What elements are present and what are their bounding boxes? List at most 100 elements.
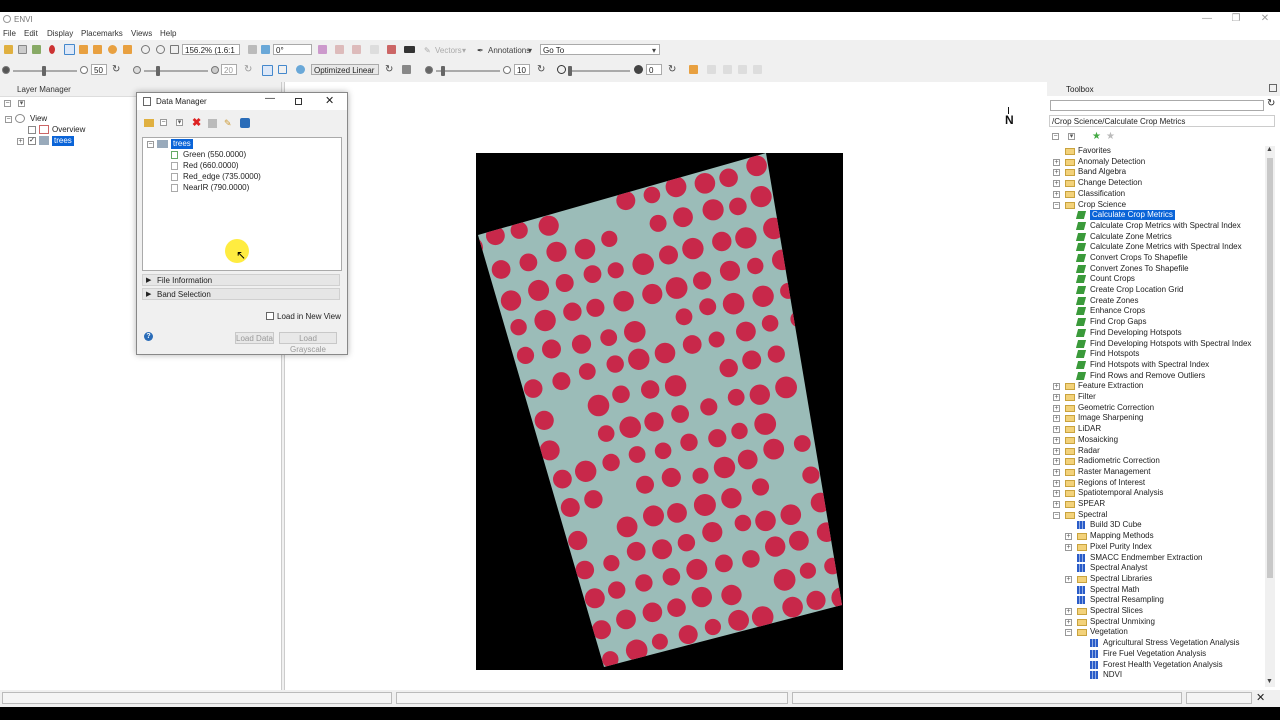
profile-icon[interactable] [318, 45, 327, 54]
blend-icon[interactable] [723, 65, 732, 74]
open-file-icon[interactable] [4, 45, 13, 54]
transparency-slider-handle[interactable] [568, 66, 572, 76]
close-icon[interactable]: ✕ [1250, 12, 1280, 28]
expander-icon[interactable]: + [1053, 501, 1060, 508]
sharpen-refresh-icon[interactable]: ↻ [537, 64, 545, 75]
spectral-icon[interactable] [335, 45, 344, 54]
dm-open-icon[interactable] [144, 119, 154, 127]
file-information-section[interactable]: ▶ File Information [142, 274, 340, 286]
vectors-menu[interactable]: Vectors [435, 46, 462, 55]
rotate-right-icon[interactable] [261, 45, 270, 54]
overview-checkbox[interactable] [28, 126, 36, 134]
expander-icon[interactable]: − [1053, 512, 1060, 519]
brightness-value[interactable]: 50 [91, 64, 107, 75]
layer-icon[interactable] [32, 45, 41, 54]
expander-icon[interactable]: − [1065, 629, 1072, 636]
expander-icon[interactable]: + [1053, 448, 1060, 455]
rotation-combo[interactable]: 0° [273, 44, 312, 55]
brightness-slider-handle[interactable] [42, 66, 46, 76]
minimize-icon[interactable]: — [1192, 12, 1222, 28]
toolbox-refresh-icon[interactable]: ↻ [1267, 98, 1275, 109]
dm-file-expander-icon[interactable]: − [147, 141, 154, 148]
dm-remove-all-icon[interactable] [208, 119, 217, 128]
contrast-slider-handle[interactable] [156, 66, 160, 76]
zoom-in-icon[interactable] [141, 45, 150, 54]
load-data-button[interactable]: Load Data [235, 332, 274, 344]
dm-expand-icon[interactable]: ▾ [176, 119, 183, 126]
contrast-value[interactable]: 20 [221, 64, 237, 75]
stretch-view-icon[interactable] [278, 65, 287, 74]
menu-help[interactable]: Help [160, 29, 176, 38]
cycle-icon[interactable] [753, 65, 762, 74]
expander-icon[interactable]: + [1053, 405, 1060, 412]
trees-checkbox[interactable]: ✓ [28, 137, 36, 145]
data-manager-icon[interactable] [18, 45, 27, 54]
add-favorite-icon[interactable]: ★ [1092, 131, 1101, 142]
expander-icon[interactable]: − [1053, 202, 1060, 209]
portal-icon[interactable] [738, 65, 747, 74]
expander-icon[interactable]: + [1053, 383, 1060, 390]
scroll-thumb[interactable] [1267, 158, 1273, 578]
stretch-combo[interactable]: Optimized Linear [311, 64, 379, 75]
dm-close-icon[interactable]: ✕ [325, 94, 334, 107]
sharpen-slider-handle[interactable] [441, 66, 445, 76]
annotations-menu[interactable]: Annotations [488, 46, 530, 55]
image-canvas[interactable] [476, 153, 843, 670]
dm-maximize-icon[interactable] [295, 98, 302, 105]
file-info-expander-icon[interactable]: ▶ [146, 276, 151, 284]
expander-icon[interactable]: + [1053, 480, 1060, 487]
crop-icon[interactable] [387, 45, 396, 54]
histogram-icon[interactable] [402, 65, 411, 74]
measure-icon[interactable] [370, 45, 379, 54]
scroll-up-icon[interactable]: ▲ [1266, 146, 1273, 153]
dm-pin-icon[interactable]: ✎ [224, 118, 232, 129]
stretch-histogram-icon[interactable] [262, 65, 273, 76]
expander-icon[interactable]: + [1065, 544, 1072, 551]
swipe-icon[interactable] [707, 65, 716, 74]
help-icon[interactable]: ? [144, 332, 153, 341]
select-icon[interactable] [64, 44, 75, 55]
goto-dropdown-icon[interactable]: ▾ [652, 46, 656, 55]
load-new-view-checkbox[interactable] [266, 312, 274, 320]
sharpen-value[interactable]: 10 [514, 64, 530, 75]
expander-icon[interactable]: + [1053, 394, 1060, 401]
status-close-icon[interactable]: ✕ [1256, 691, 1265, 704]
expander-icon[interactable]: + [1053, 415, 1060, 422]
stretch-refresh-icon[interactable]: ↻ [385, 64, 393, 75]
menu-views[interactable]: Views [131, 29, 152, 38]
dm-remove-icon[interactable]: ✖ [192, 116, 201, 129]
sharpen-slider[interactable] [436, 70, 500, 72]
load-grayscale-button[interactable]: Load Grayscale [279, 332, 337, 354]
band-selection-expander-icon[interactable]: ▶ [146, 290, 151, 298]
expander-icon[interactable]: + [1065, 576, 1072, 583]
toolbox-search-input[interactable] [1050, 100, 1264, 111]
menu-edit[interactable]: Edit [24, 29, 38, 38]
collapse-all-icon[interactable]: − [4, 100, 11, 107]
goto-combo[interactable]: Go To [540, 44, 660, 55]
placemark-icon[interactable] [49, 45, 55, 54]
dm-minimize-icon[interactable]: — [265, 93, 275, 104]
expander-icon[interactable]: + [1053, 437, 1060, 444]
expander-icon[interactable]: + [1053, 469, 1060, 476]
brightness-refresh-icon[interactable]: ↻ [112, 64, 120, 75]
rotate-left-icon[interactable] [248, 45, 257, 54]
crosshair-icon[interactable] [123, 45, 132, 54]
expander-icon[interactable]: + [1053, 490, 1060, 497]
flicker-icon[interactable] [689, 65, 698, 74]
expander-icon[interactable]: + [1053, 159, 1060, 166]
scroll-down-icon[interactable]: ▼ [1266, 678, 1273, 685]
annotations-dropdown-icon[interactable]: ▾ [528, 46, 532, 55]
contrast-slider[interactable] [144, 70, 208, 72]
keyboard-icon[interactable] [404, 46, 415, 53]
toolbox-close-icon[interactable] [1269, 84, 1277, 92]
zoom-combo[interactable]: 156.2% (1.6:1 [182, 44, 240, 55]
contrast-refresh-icon[interactable]: ↻ [244, 64, 252, 75]
chart-icon[interactable] [352, 45, 361, 54]
remove-favorite-icon[interactable]: ★ [1106, 131, 1115, 142]
toolbox-scrollbar[interactable]: ▲ ▼ [1265, 146, 1275, 687]
zoom-out-icon[interactable] [156, 45, 165, 54]
view-expander-icon[interactable]: − [5, 116, 12, 123]
expand-all-icon[interactable]: ▾ [18, 100, 25, 107]
dm-link-icon[interactable] [240, 118, 250, 128]
expander-icon[interactable]: + [1053, 426, 1060, 433]
